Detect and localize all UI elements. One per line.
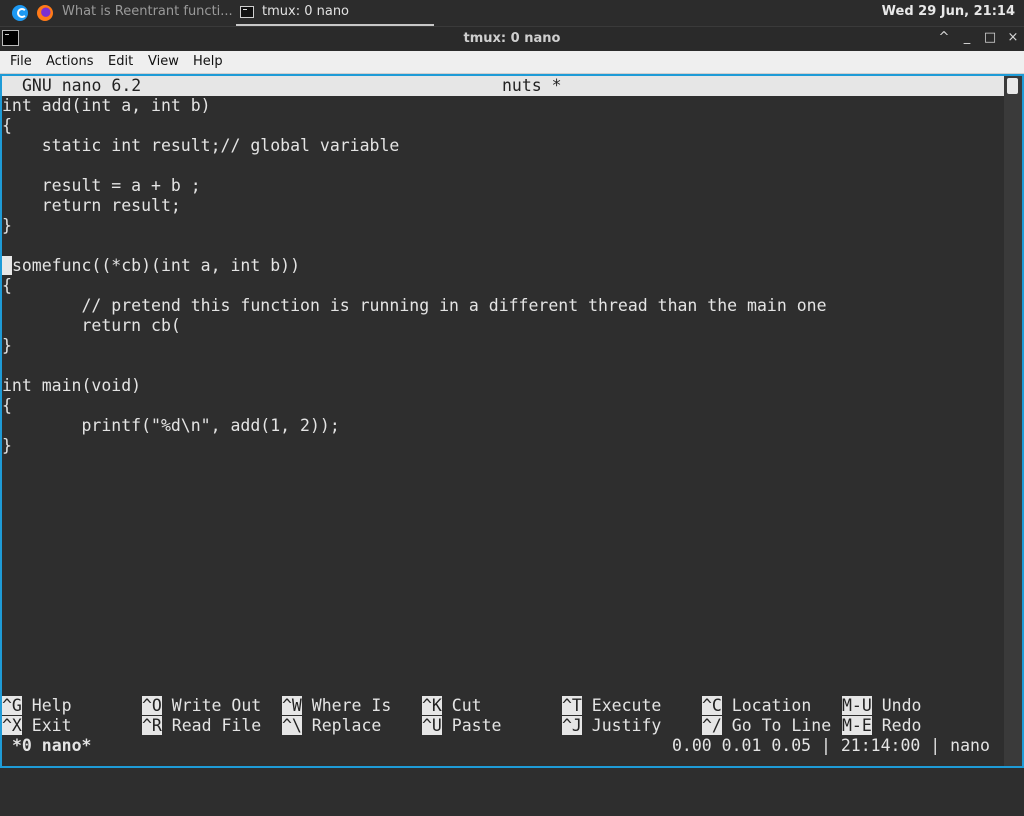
shortcut-item: ^W Where Is: [282, 696, 391, 716]
shortcut-item: ^R Read File: [142, 716, 261, 736]
shortcut-item: ^K Cut: [422, 696, 482, 716]
code-line[interactable]: [2, 356, 1004, 376]
distro-logo-icon[interactable]: [12, 5, 28, 21]
shortcut-label: Replace: [301, 716, 382, 735]
nano-filename: nuts *: [502, 76, 562, 95]
shortcut-label: Undo: [871, 696, 922, 715]
taskbar-item-terminal[interactable]: tmux: 0 nano: [236, 0, 434, 26]
code-line[interactable]: }: [2, 436, 1004, 456]
code-line[interactable]: printf("%d\n", add(1, 2));: [2, 416, 1004, 436]
code-line[interactable]: return result;: [2, 196, 1004, 216]
code-line[interactable]: [2, 156, 1004, 176]
top-panel: What is Reentrant functi... tmux: 0 nano…: [0, 0, 1024, 26]
shortcut-key: ^J: [562, 716, 582, 735]
close-button[interactable]: ×: [1004, 29, 1022, 47]
shortcut-item: ^C Location: [702, 696, 811, 716]
shortcut-item: ^\ Replace: [282, 716, 381, 736]
shortcut-key: ^U: [422, 716, 442, 735]
window-title: tmux: 0 nano: [463, 31, 561, 46]
scrollbar-thumb[interactable]: [1007, 78, 1018, 94]
menu-view[interactable]: View: [148, 54, 179, 69]
scrollbar[interactable]: [1004, 76, 1022, 766]
shortcut-item: M-U Undo: [842, 696, 921, 716]
clock[interactable]: Wed 29 Jun, 21:14: [882, 4, 1015, 19]
taskbar-item-terminal-label: tmux: 0 nano: [262, 4, 350, 19]
shortcut-key: ^/: [702, 716, 722, 735]
nano-header: GNU nano 6.2 nuts *: [2, 76, 1004, 96]
code-line[interactable]: // pretend this function is running in a…: [2, 296, 1004, 316]
code-line[interactable]: somefunc((*cb)(int a, int b)): [2, 256, 1004, 276]
menubar: File Actions Edit View Help: [0, 51, 1024, 74]
shortcut-label: Write Out: [161, 696, 262, 715]
terminal-view[interactable]: GNU nano 6.2 nuts * int add(int a, int b…: [0, 74, 1024, 768]
code-line[interactable]: result = a + b ;: [2, 176, 1004, 196]
shortcut-row-2: ^X Exit ^R Read File ^\ Replace ^U Paste ^J …: [2, 716, 1004, 736]
firefox-icon[interactable]: [37, 5, 53, 21]
menu-actions[interactable]: Actions: [46, 54, 94, 69]
shortcut-item: ^G Help: [2, 696, 72, 716]
minimize-button[interactable]: _: [958, 29, 976, 47]
menu-help[interactable]: Help: [193, 54, 223, 69]
shortcut-label: Paste: [441, 716, 502, 735]
shortcut-label: Redo: [871, 716, 922, 735]
code-line[interactable]: {: [2, 276, 1004, 296]
text-cursor: [2, 256, 12, 275]
terminal-icon: [240, 6, 254, 18]
shortcut-key: ^X: [2, 716, 22, 735]
shortcut-item: ^J Justify: [562, 716, 661, 736]
code-line[interactable]: int add(int a, int b): [2, 96, 1004, 116]
shortcut-key: M-U: [842, 696, 872, 715]
shortcut-label: Justify: [581, 716, 662, 735]
shortcut-item: ^X Exit: [2, 716, 72, 736]
shortcut-item: ^O Write Out: [142, 696, 261, 716]
shortcut-label: Read File: [161, 716, 262, 735]
shade-button[interactable]: ^: [935, 29, 953, 47]
code-line[interactable]: {: [2, 116, 1004, 136]
taskbar-item-browser[interactable]: What is Reentrant functi...: [62, 4, 232, 19]
nano-version: GNU nano 6.2: [22, 76, 142, 95]
code-line[interactable]: int main(void): [2, 376, 1004, 396]
tmux-status-bar: *0 nano* 0.00 0.01 0.05 | 21:14:00 | nan…: [2, 736, 1004, 756]
tmux-status-right: 0.00 0.01 0.05 | 21:14:00 | nano: [672, 736, 990, 755]
menu-edit[interactable]: Edit: [108, 54, 133, 69]
menu-file[interactable]: File: [10, 54, 32, 69]
shortcut-key: ^G: [2, 696, 22, 715]
shortcut-label: Cut: [441, 696, 482, 715]
shortcut-label: Help: [21, 696, 72, 715]
code-line[interactable]: return cb(: [2, 316, 1004, 336]
code-editor[interactable]: int add(int a, int b){ static int result…: [2, 96, 1004, 456]
shortcut-row-1: ^G Help ^O Write Out ^W Where Is ^K Cut ^T E…: [2, 696, 1004, 716]
code-line[interactable]: static int result;// global variable: [2, 136, 1004, 156]
code-line[interactable]: }: [2, 216, 1004, 236]
shortcut-key: ^K: [422, 696, 442, 715]
shortcut-key: ^W: [282, 696, 302, 715]
code-line[interactable]: }: [2, 336, 1004, 356]
shortcut-item: ^U Paste: [422, 716, 501, 736]
tmux-window-label[interactable]: *0 nano*: [12, 736, 91, 756]
shortcut-item: ^T Execute: [562, 696, 661, 716]
window-titlebar[interactable]: tmux: 0 nano ^ _ □ ×: [0, 26, 1024, 51]
shortcut-label: Exit: [21, 716, 72, 735]
code-line[interactable]: {: [2, 396, 1004, 416]
shortcut-key: ^\: [282, 716, 302, 735]
shortcut-label: Go To Line: [721, 716, 832, 735]
shortcut-key: ^T: [562, 696, 582, 715]
shortcut-item: M-E Redo: [842, 716, 921, 736]
shortcut-key: M-E: [842, 716, 872, 735]
maximize-button[interactable]: □: [981, 29, 999, 47]
shortcut-label: Location: [721, 696, 812, 715]
shortcut-label: Where Is: [301, 696, 392, 715]
code-line[interactable]: [2, 236, 1004, 256]
shortcut-item: ^/ Go To Line: [702, 716, 831, 736]
shortcut-key: ^O: [142, 696, 162, 715]
shortcut-key: ^R: [142, 716, 162, 735]
shortcut-key: ^C: [702, 696, 722, 715]
shortcut-label: Execute: [581, 696, 662, 715]
